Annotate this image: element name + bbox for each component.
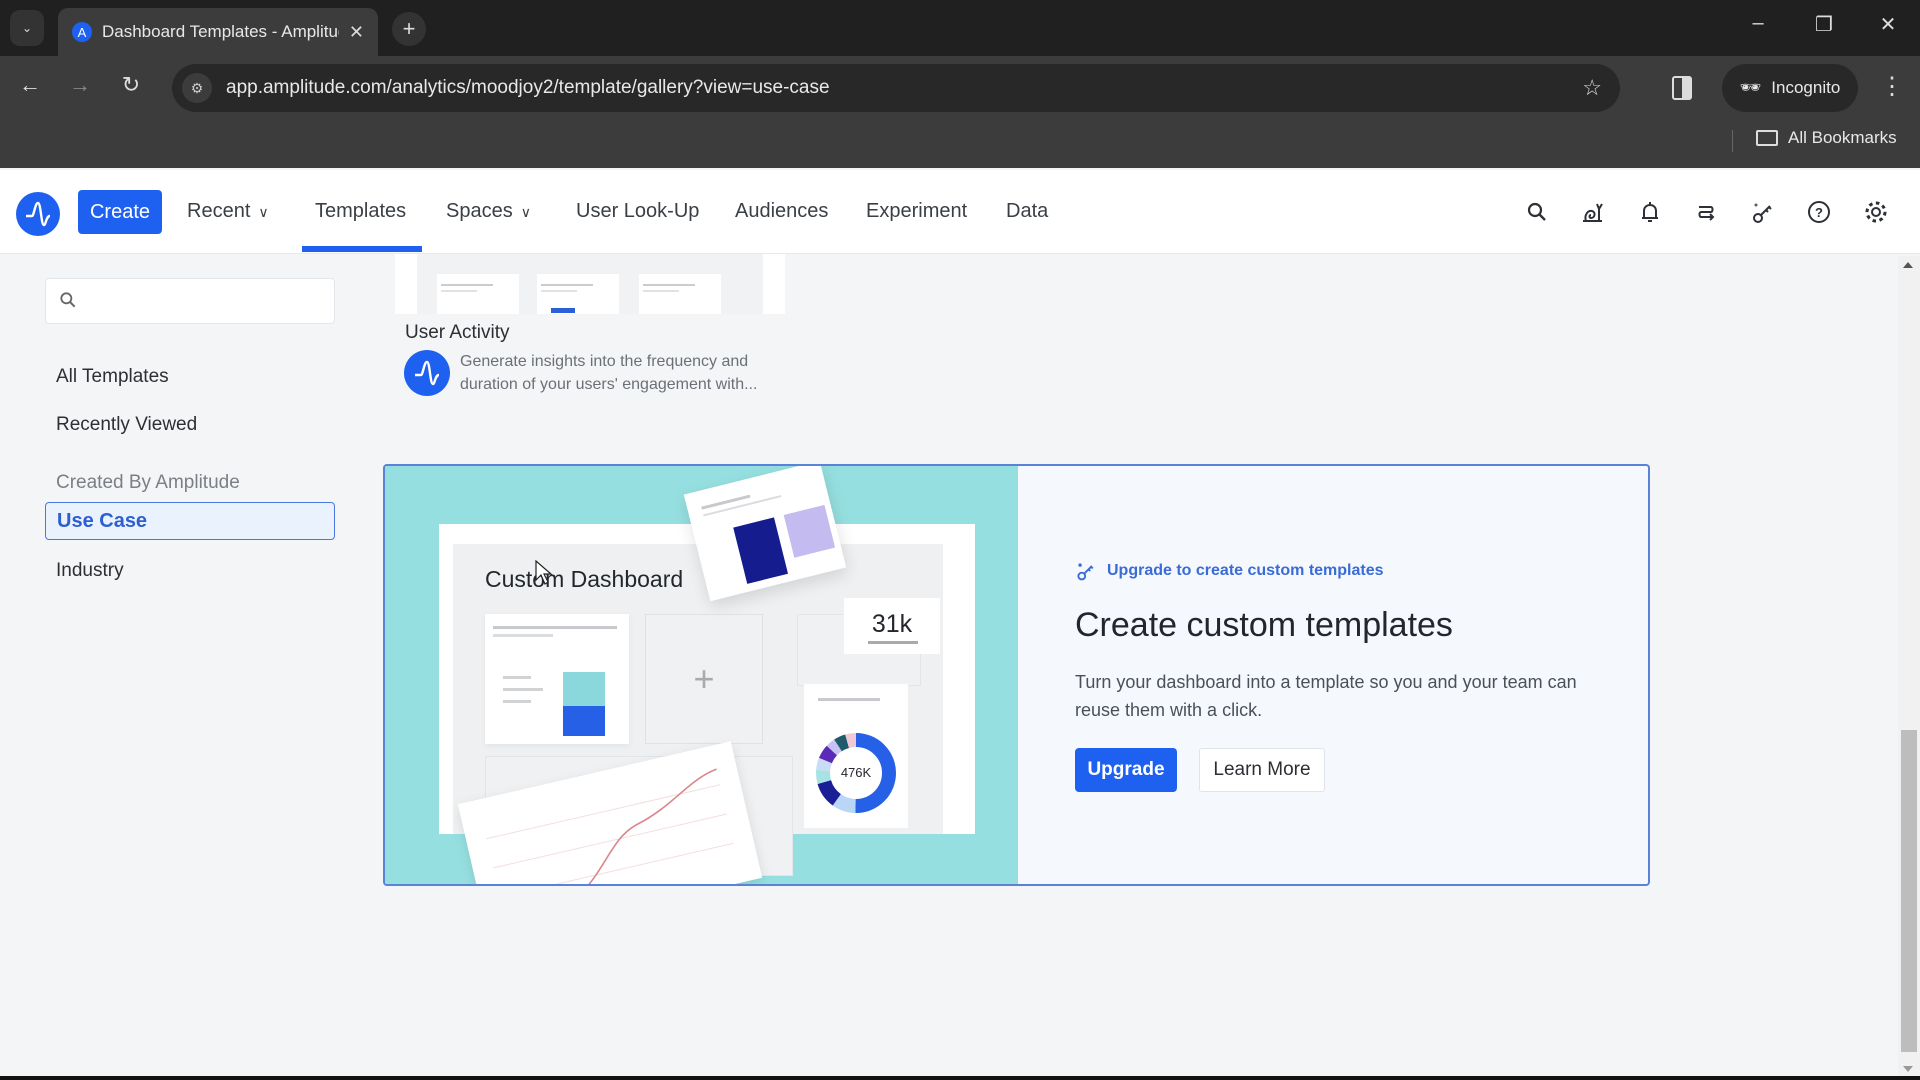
promo-text-area: Upgrade to create custom templates Creat… (1075, 466, 1635, 884)
template-search-input[interactable] (86, 285, 326, 317)
thumbnail-canvas (417, 254, 763, 314)
upgrade-link-label: Upgrade to create custom templates (1107, 562, 1384, 579)
search-icon (58, 290, 78, 315)
all-bookmarks-button[interactable]: All Bookmarks (1756, 128, 1897, 148)
close-window-button[interactable]: ✕ (1868, 12, 1908, 37)
nav-experiment[interactable]: Experiment (866, 200, 967, 223)
amplitude-favicon-icon: A (72, 22, 92, 42)
all-bookmarks-label: All Bookmarks (1788, 128, 1897, 147)
illustration-kpi-card: 31k (844, 598, 940, 654)
bookmark-star-icon[interactable]: ☆ (1582, 75, 1602, 101)
promo-heading: Create custom templates (1075, 606, 1453, 644)
upgrade-link[interactable]: Upgrade to create custom templates (1075, 560, 1384, 582)
page-scrollbar[interactable] (1898, 256, 1920, 1078)
incognito-badge[interactable]: 🕶 Incognito (1722, 64, 1858, 112)
template-description: Generate insights into the frequency and… (460, 353, 758, 393)
tab-close-icon[interactable]: ✕ (349, 22, 364, 43)
thumbnail-chart-1 (437, 274, 519, 314)
back-button[interactable]: ← (13, 72, 47, 98)
url-text[interactable]: app.amplitude.com/analytics/moodjoy2/tem… (226, 77, 1582, 99)
tab-title: Dashboard Templates - Amplitude (102, 22, 339, 41)
tab-search-button[interactable]: ⌄ (10, 10, 44, 46)
amplitude-logo-icon (415, 360, 440, 386)
folder-icon (1756, 130, 1778, 146)
minimize-button[interactable]: – (1738, 12, 1778, 35)
side-panel-icon[interactable] (1672, 76, 1692, 100)
promo-description: Turn your dashboard into a template so y… (1075, 672, 1577, 720)
forward-button[interactable]: → (63, 72, 97, 98)
key-sparkle-icon (1077, 563, 1094, 581)
illustration-bar-panel (485, 614, 629, 744)
switch-icon[interactable] (1692, 198, 1720, 226)
incognito-icon: 🕶 (1739, 78, 1762, 97)
scroll-up-arrow-icon[interactable] (1903, 262, 1913, 268)
nav-recent[interactable]: Recent ∨ (187, 200, 269, 223)
nav-spaces[interactable]: Spaces ∨ (446, 200, 531, 223)
nav-recent-label: Recent (187, 200, 251, 222)
active-tab-indicator (302, 246, 422, 252)
address-bar[interactable]: ⚙ app.amplitude.com/analytics/moodjoy2/t… (172, 64, 1620, 112)
reload-button[interactable]: ↻ (114, 72, 148, 98)
thumbnail-chart-2 (537, 274, 619, 314)
custom-templates-promo: Custom Dashboard + 31k 476K Upgrade to c… (383, 464, 1650, 886)
bell-icon[interactable] (1636, 198, 1664, 226)
new-tab-button[interactable]: + (392, 12, 426, 46)
svg-text:?: ? (1815, 205, 1823, 220)
amplitude-logo[interactable] (16, 192, 60, 236)
sidebar-section-heading: Created By Amplitude (56, 472, 240, 493)
nav-spaces-label: Spaces (446, 200, 513, 222)
chevron-down-icon: ∨ (258, 204, 269, 220)
nav-audiences[interactable]: Audiences (735, 200, 828, 223)
kpi-value: 31k (871, 610, 913, 638)
sidebar-item-use-case[interactable]: Use Case (45, 502, 335, 540)
search-icon[interactable] (1523, 198, 1551, 226)
nav-data[interactable]: Data (1006, 200, 1048, 223)
template-thumbnail[interactable] (395, 254, 785, 314)
sidebar-item-industry[interactable]: Industry (56, 560, 124, 582)
browser-tabbar: ⌄ A Dashboard Templates - Amplitude ✕ + … (0, 0, 1920, 56)
learn-more-button[interactable]: Learn More (1199, 748, 1325, 792)
restore-button[interactable]: ❐ (1804, 12, 1844, 37)
chevron-down-icon: ⌄ (21, 21, 33, 35)
settings-icon[interactable] (1862, 198, 1890, 226)
promo-illustration: Custom Dashboard + 31k 476K (385, 466, 1018, 884)
amplitude-author-avatar (404, 350, 450, 396)
scroll-down-arrow-icon[interactable] (1903, 1066, 1913, 1072)
bookmarks-divider (1732, 130, 1733, 152)
upgrade-button[interactable]: Upgrade (1075, 748, 1177, 792)
snail-icon[interactable] (1579, 198, 1607, 226)
create-button[interactable]: Create (78, 190, 162, 234)
chevron-down-icon: ∨ (520, 204, 531, 220)
nav-templates[interactable]: Templates (315, 200, 406, 223)
help-icon[interactable]: ? (1805, 198, 1833, 226)
window-bottom-edge (0, 1076, 1920, 1080)
illustration-donut-panel: 476K (804, 684, 908, 828)
template-search[interactable] (45, 278, 335, 324)
browser-tab-active[interactable]: A Dashboard Templates - Amplitude ✕ (58, 8, 378, 56)
illustration-add-panel: + (645, 614, 763, 744)
mouse-cursor-icon (535, 560, 553, 585)
template-title[interactable]: User Activity (405, 322, 510, 344)
thumbnail-chart-3 (639, 274, 721, 314)
app-header: Create Recent ∨ Templates Spaces ∨ User Lo… (0, 170, 1920, 254)
key-sparkle-icon[interactable] (1749, 198, 1777, 226)
amplitude-logo-icon (26, 201, 51, 227)
browser-menu-icon[interactable]: ⋮ (1880, 72, 1904, 101)
incognito-label: Incognito (1771, 78, 1841, 97)
scrollbar-thumb[interactable] (1901, 730, 1917, 1052)
sidebar-item-all-templates[interactable]: All Templates (56, 366, 169, 388)
illustration-dashboard-title: Custom Dashboard (485, 566, 684, 592)
donut-label: 476K (840, 765, 872, 780)
site-info-icon[interactable]: ⚙ (182, 73, 212, 103)
nav-user-look-up[interactable]: User Look-Up (576, 200, 699, 223)
sidebar-item-recently-viewed[interactable]: Recently Viewed (56, 414, 197, 436)
